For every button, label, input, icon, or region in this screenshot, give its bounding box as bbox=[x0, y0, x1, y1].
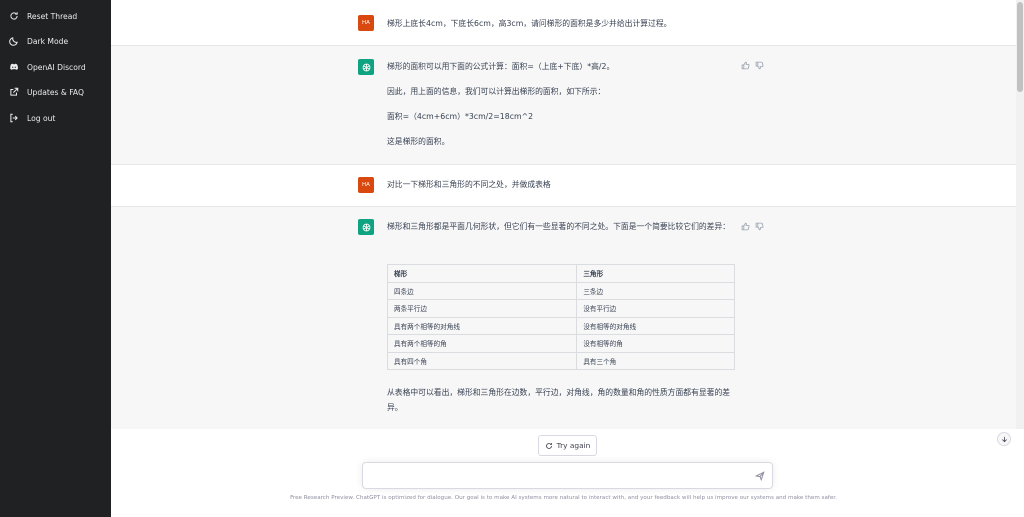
sidebar-item-dark-mode[interactable]: Dark Mode bbox=[0, 30, 111, 52]
feedback-buttons bbox=[741, 222, 764, 231]
scrollbar-thumb[interactable] bbox=[1017, 2, 1023, 92]
sidebar-item-log-out[interactable]: Log out bbox=[0, 107, 111, 129]
user-message-text: 梯形上底长4cm，下底长6cm，高3cm，请问梯形的面积是多少并给出计算过程。 bbox=[387, 19, 672, 28]
chat-main: HA 梯形上底长4cm，下底长6cm，高3cm，请问梯形的面积是多少并给出计算过… bbox=[111, 0, 1024, 517]
table-cell: 具有三个角 bbox=[576, 351, 735, 370]
message-paragraph: 梯形的面积可以用下面的公式计算：面积=（上底+下底）*高/2。 bbox=[387, 62, 615, 71]
moon-icon bbox=[9, 37, 18, 46]
table-row: 具有两个相等的对角线 没有相等的对角线 bbox=[386, 316, 735, 335]
sidebar-item-updates-faq[interactable]: Updates & FAQ bbox=[0, 81, 111, 103]
openai-logo-icon bbox=[362, 63, 370, 71]
send-icon[interactable] bbox=[755, 471, 765, 481]
user-message-text: 对比一下梯形和三角形的不同之处，并做成表格 bbox=[387, 180, 551, 189]
assistant-message-intro: 梯形和三角形都是平面几何形状，但它们有一些显著的不同之处。下面是一个简要比较它们… bbox=[387, 222, 731, 231]
sidebar: Reset Thread Dark Mode OpenAI Discord Up… bbox=[0, 0, 111, 517]
discord-icon bbox=[10, 63, 18, 70]
table-header-row: 梯形 三角形 bbox=[386, 264, 735, 283]
scroll-to-bottom-button[interactable] bbox=[997, 432, 1011, 446]
table-header: 梯形 bbox=[386, 264, 578, 283]
try-again-button[interactable]: Try again bbox=[538, 435, 597, 456]
sidebar-item-label: Updates & FAQ bbox=[27, 87, 84, 97]
assistant-avatar bbox=[358, 59, 374, 75]
footer-disclaimer: Free Research Preview. ChatGPT is optimi… bbox=[290, 495, 837, 501]
sidebar-item-label: Reset Thread bbox=[27, 11, 78, 21]
table-row: 两条平行边 没有平行边 bbox=[386, 299, 735, 318]
table-header: 三角形 bbox=[576, 264, 735, 283]
arrow-down-icon bbox=[1001, 436, 1007, 442]
scrollbar[interactable] bbox=[1016, 0, 1024, 429]
thumbs-down-icon[interactable] bbox=[755, 222, 764, 231]
user-avatar: HA bbox=[358, 177, 374, 193]
sidebar-item-label: Dark Mode bbox=[27, 36, 69, 46]
thumbs-up-icon[interactable] bbox=[741, 222, 750, 231]
table-row: 具有四个角 具有三个角 bbox=[386, 351, 735, 370]
openai-logo-icon bbox=[362, 223, 370, 231]
user-message-row: HA 梯形上底长4cm，下底长6cm，高3cm，请问梯形的面积是多少并给出计算过… bbox=[111, 0, 1016, 46]
feedback-buttons bbox=[741, 61, 764, 70]
table-cell: 没有相等的对角线 bbox=[576, 316, 735, 335]
table-cell: 没有相等的角 bbox=[576, 334, 735, 353]
thumbs-up-icon[interactable] bbox=[741, 61, 750, 70]
table-cell: 没有平行边 bbox=[576, 299, 735, 318]
user-avatar: HA bbox=[358, 15, 374, 31]
message-input-container bbox=[362, 462, 773, 489]
user-message-row: HA 对比一下梯形和三角形的不同之处，并做成表格 bbox=[111, 165, 1016, 207]
sidebar-item-openai-discord[interactable]: OpenAI Discord bbox=[0, 56, 111, 78]
sidebar-item-label: Log out bbox=[27, 113, 56, 123]
table-row: 四条边 三条边 bbox=[386, 281, 735, 300]
table-cell: 两条平行边 bbox=[386, 299, 578, 318]
table-row: 具有两个相等的角 没有相等的角 bbox=[386, 334, 735, 353]
external-link-icon bbox=[10, 87, 19, 96]
message-paragraph: 因此，用上面的信息，我们可以计算出梯形的面积，如下所示： bbox=[387, 87, 606, 96]
message-paragraph: 面积=（4cm+6cm）*3cm/2=18cm^2 bbox=[387, 112, 534, 121]
sidebar-item-reset-thread[interactable]: Reset Thread bbox=[0, 5, 111, 27]
sidebar-item-label: OpenAI Discord bbox=[27, 62, 86, 72]
try-again-label: Try again bbox=[556, 441, 591, 450]
table-cell: 三条边 bbox=[576, 281, 735, 300]
thumbs-down-icon[interactable] bbox=[755, 61, 764, 70]
assistant-message-outro: 从表格中可以看出，梯形和三角形在边数，平行边，对角线，角的数量和角的性质方面都有… bbox=[387, 388, 731, 412]
table-cell: 四条边 bbox=[386, 281, 578, 300]
assistant-avatar bbox=[358, 219, 374, 235]
assistant-message-row: 梯形的面积可以用下面的公式计算：面积=（上底+下底）*高/2。 因此，用上面的信… bbox=[111, 46, 1016, 165]
table-cell: 具有两个相等的角 bbox=[386, 334, 578, 353]
assistant-message-text: 梯形的面积可以用下面的公式计算：面积=（上底+下底）*高/2。 因此，用上面的信… bbox=[387, 59, 742, 159]
logout-icon bbox=[10, 113, 18, 123]
message-paragraph: 这是梯形的面积。 bbox=[387, 137, 450, 146]
refresh-icon bbox=[10, 12, 18, 20]
table-cell: 具有两个相等的对角线 bbox=[386, 316, 578, 335]
message-input[interactable] bbox=[371, 468, 741, 484]
refresh-icon bbox=[545, 442, 552, 449]
table-cell: 具有四个角 bbox=[386, 351, 578, 370]
comparison-table: 梯形 三角形 四条边 三条边 两条平行边 没有平行边 具有两个相等的对角线 没有… bbox=[386, 264, 735, 370]
